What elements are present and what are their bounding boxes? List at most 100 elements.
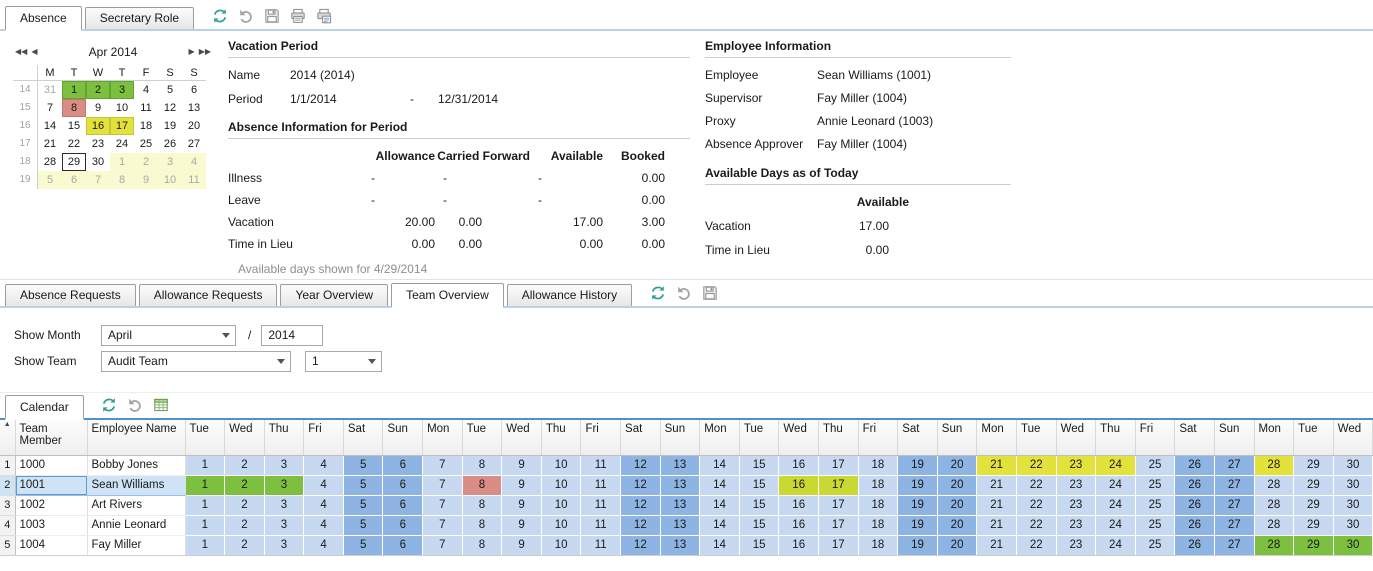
calendar-day[interactable]: 7 (86, 171, 110, 189)
day-cell[interactable]: 20 (937, 475, 977, 495)
day-cell[interactable]: 5 (343, 455, 383, 475)
print-export-icon[interactable] (315, 7, 332, 24)
calendar-day[interactable]: 4 (134, 81, 158, 99)
day-cell[interactable]: 24 (1096, 475, 1136, 495)
day-cell[interactable]: 24 (1096, 515, 1136, 535)
day-cell[interactable]: 7 (423, 475, 463, 495)
save-icon[interactable] (263, 7, 280, 24)
day-cell[interactable]: 25 (1135, 475, 1175, 495)
calendar-day[interactable]: 1 (62, 81, 86, 99)
calendar-day[interactable]: 9 (86, 99, 110, 117)
column-header-day-15[interactable]: Tue (739, 420, 779, 455)
calendar-day[interactable]: 6 (182, 81, 206, 99)
day-cell[interactable]: 11 (581, 475, 621, 495)
calendar-prev-button[interactable]: ◀ (29, 44, 39, 60)
day-cell[interactable]: 29 (1294, 455, 1334, 475)
row-number[interactable]: 4 (0, 515, 15, 535)
column-header-day-19[interactable]: Sat (898, 420, 938, 455)
day-cell[interactable]: 7 (423, 495, 463, 515)
day-cell[interactable]: 18 (858, 495, 898, 515)
day-cell[interactable]: 2 (225, 495, 265, 515)
day-cell[interactable]: 13 (660, 535, 700, 555)
day-cell[interactable]: 9 (502, 495, 542, 515)
calendar-day[interactable]: 16 (86, 117, 110, 135)
day-cell[interactable]: 27 (1214, 455, 1254, 475)
calendar-day[interactable]: 20 (182, 117, 206, 135)
day-cell[interactable]: 13 (660, 475, 700, 495)
calendar-day[interactable]: 4 (182, 153, 206, 171)
calendar-fast-next-button[interactable]: ▶▶ (197, 44, 213, 60)
day-cell[interactable]: 6 (383, 495, 423, 515)
day-cell[interactable]: 2 (225, 475, 265, 495)
day-cell[interactable]: 27 (1214, 535, 1254, 555)
calendar-day[interactable]: 10 (110, 99, 134, 117)
day-cell[interactable]: 3 (264, 475, 304, 495)
day-cell[interactable]: 3 (264, 535, 304, 555)
calendar-day[interactable]: 13 (182, 99, 206, 117)
day-cell[interactable]: 15 (739, 475, 779, 495)
team-select[interactable]: Audit Team (101, 351, 291, 372)
day-cell[interactable]: 5 (343, 495, 383, 515)
day-cell[interactable]: 28 (1254, 475, 1294, 495)
day-cell[interactable]: 13 (660, 455, 700, 475)
day-cell[interactable]: 12 (621, 515, 661, 535)
year-input[interactable]: 2014 (261, 325, 323, 346)
day-cell[interactable]: 18 (858, 535, 898, 555)
day-cell[interactable]: 19 (898, 475, 938, 495)
day-cell[interactable]: 4 (304, 515, 344, 535)
undo-icon[interactable] (127, 396, 144, 413)
save-icon[interactable] (701, 284, 718, 301)
column-header-day-29[interactable]: Tue (1294, 420, 1334, 455)
calendar-day[interactable]: 22 (62, 135, 86, 153)
day-cell[interactable]: 8 (462, 495, 502, 515)
day-cell[interactable]: 18 (858, 475, 898, 495)
day-cell[interactable]: 16 (779, 455, 819, 475)
day-cell[interactable]: 8 (462, 515, 502, 535)
day-cell[interactable]: 6 (383, 515, 423, 535)
day-cell[interactable]: 18 (858, 455, 898, 475)
day-cell[interactable]: 13 (660, 495, 700, 515)
day-cell[interactable]: 10 (541, 515, 581, 535)
day-cell[interactable]: 26 (1175, 475, 1215, 495)
calendar-day[interactable]: 12 (158, 99, 182, 117)
row-number[interactable]: 3 (0, 495, 15, 515)
calendar-day[interactable]: 6 (62, 171, 86, 189)
day-cell[interactable]: 22 (1016, 475, 1056, 495)
day-cell[interactable]: 2 (225, 515, 265, 535)
column-header-day-14[interactable]: Mon (700, 420, 740, 455)
refresh-icon[interactable] (649, 284, 666, 301)
day-cell[interactable]: 10 (541, 475, 581, 495)
day-cell[interactable]: 17 (819, 495, 859, 515)
team-number-select[interactable]: 1 (305, 351, 382, 372)
day-cell[interactable]: 10 (541, 535, 581, 555)
calendar-day[interactable]: 11 (134, 99, 158, 117)
day-cell[interactable]: 14 (700, 535, 740, 555)
row-number[interactable]: 5 (0, 535, 15, 555)
day-cell[interactable]: 11 (581, 515, 621, 535)
calendar-day[interactable]: 23 (86, 135, 110, 153)
day-cell[interactable]: 29 (1294, 495, 1334, 515)
day-cell[interactable]: 30 (1333, 535, 1373, 555)
day-cell[interactable]: 17 (819, 455, 859, 475)
refresh-icon[interactable] (211, 7, 228, 24)
team-member-cell[interactable]: 1000 (15, 455, 87, 475)
day-cell[interactable]: 16 (779, 535, 819, 555)
day-cell[interactable]: 19 (898, 535, 938, 555)
day-cell[interactable]: 3 (264, 455, 304, 475)
column-header-day-13[interactable]: Sun (660, 420, 700, 455)
day-cell[interactable]: 8 (462, 535, 502, 555)
tab-allowance-requests[interactable]: Allowance Requests (139, 284, 278, 306)
day-cell[interactable]: 2 (225, 535, 265, 555)
team-member-cell[interactable]: 1001 (15, 475, 87, 495)
day-cell[interactable]: 23 (1056, 495, 1096, 515)
calendar-fast-prev-button[interactable]: ◀◀ (13, 44, 29, 60)
calendar-day[interactable]: 1 (110, 153, 134, 171)
employee-name-cell[interactable]: Art Rivers (87, 495, 185, 515)
day-cell[interactable]: 15 (739, 495, 779, 515)
day-cell[interactable]: 1 (185, 535, 225, 555)
day-cell[interactable]: 9 (502, 455, 542, 475)
day-cell[interactable]: 28 (1254, 535, 1294, 555)
day-cell[interactable]: 26 (1175, 535, 1215, 555)
employee-name-cell[interactable]: Bobby Jones (87, 455, 185, 475)
column-header-day-28[interactable]: Mon (1254, 420, 1294, 455)
